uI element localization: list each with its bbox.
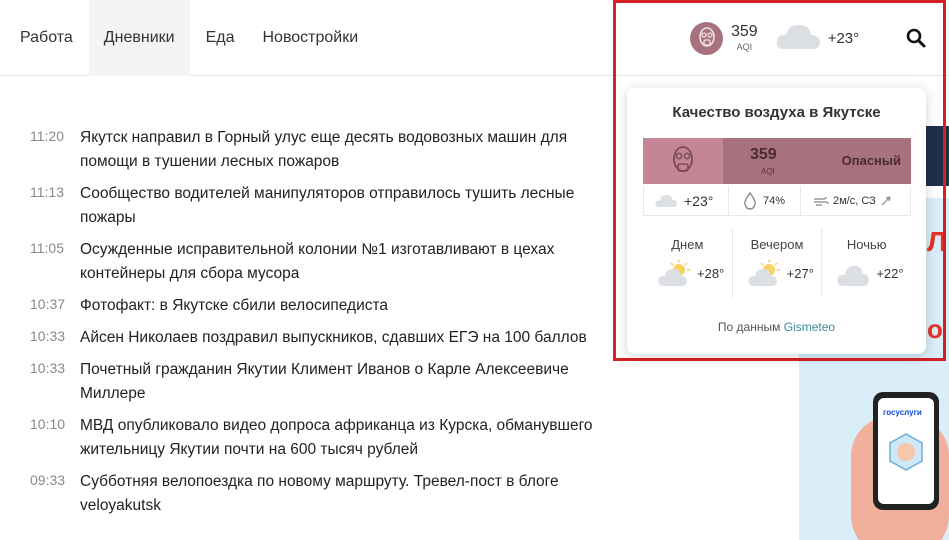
air-quality-popup: Качество воздуха в Якутске 359 AQI Опасн… [627,88,926,354]
data-source: По данным Gismeteo [627,320,926,334]
baby-icon [889,433,923,471]
news-title[interactable]: МВД опубликовало видео допроса африканца… [80,414,625,462]
current-temp-value: +23° [684,192,714,209]
news-title[interactable]: Айсен Николаев поздравил выпускников, сд… [80,326,625,350]
forecast-periods: Днем +28° Вечером +27° Ночью +22° [643,228,911,298]
wind-icon [814,196,829,206]
period-temp: +22° [876,266,904,281]
current-conditions: +23° 74% 2м/с, СЗ [643,185,911,216]
news-item[interactable]: 09:33 Субботняя велопоездка по новому ма… [30,470,630,518]
popup-aqi-label: AQI [761,167,775,176]
news-item[interactable]: 10:10 МВД опубликовало видео допроса афр… [30,414,630,462]
main-nav: Работа Дневники Еда Новостройки [8,0,370,76]
humidity-value: 74% [763,194,786,207]
popup-title: Качество воздуха в Якутске [672,104,881,121]
news-time: 10:33 [30,328,66,344]
aqi-reading: 359 AQI Опасный [723,138,911,184]
humidity: 74% [728,185,800,216]
news-time: 10:37 [30,296,66,312]
gas-mask-icon [643,138,723,184]
gismeteo-link[interactable]: Gismeteo [784,320,835,334]
wind: 2м/с, СЗ [800,185,910,216]
news-title[interactable]: Осужденные исправительной колонии №1 изг… [80,238,625,286]
news-title[interactable]: Фотофакт: в Якутске сбили велосипедиста [80,294,625,318]
news-time: 10:10 [30,416,66,432]
nav-item-novostroyki[interactable]: Новостройки [250,0,370,76]
droplet-icon [744,191,756,210]
forecast-evening: Вечером +27° [731,228,822,298]
news-title[interactable]: Субботняя велопоездка по новому маршруту… [80,470,625,518]
nav-item-rabota[interactable]: Работа [8,0,85,76]
phone-screen: госуслуги [878,398,934,504]
aqi-status-text: Опасный [841,153,901,168]
news-time: 11:05 [30,240,64,256]
wind-direction-icon [881,195,891,205]
news-item[interactable]: 11:13 Сообщество водителей манипуляторов… [30,182,630,230]
partly-cloudy-icon [658,260,690,286]
popup-aqi-value: 359 [750,146,777,163]
news-item[interactable]: 10:33 Почетный гражданин Якутии Климент … [30,358,630,406]
news-item[interactable]: 10:33 Айсен Николаев поздравил выпускник… [30,326,630,350]
news-title[interactable]: Почетный гражданин Якутии Климент Иванов… [80,358,625,406]
news-time: 09:33 [30,472,66,488]
partly-cloudy-icon [748,260,780,286]
current-temp: +23° [644,186,728,216]
period-temp: +27° [786,266,814,281]
news-time: 11:13 [30,184,64,200]
period-label: Вечером [750,237,804,252]
news-title[interactable]: Сообщество водителей манипуляторов отпра… [80,182,625,230]
period-label: Днем [671,237,704,252]
gosuslugi-logo: госуслуги [883,408,922,417]
cloud-icon [655,194,677,207]
forecast-night: Ночью +22° [821,228,911,298]
wind-value: 2м/с, СЗ [833,194,876,207]
news-list: 11:20 Якутск направил в Горный улус еще … [30,126,630,526]
nav-item-dnevniki[interactable]: Дневники [88,0,190,76]
forecast-day: Днем +28° [643,228,732,298]
news-item[interactable]: 11:20 Якутск направил в Горный улус еще … [30,126,630,174]
news-time: 11:20 [30,128,64,144]
news-time: 10:33 [30,360,66,376]
nav-item-eda[interactable]: Еда [194,0,247,76]
aqi-status-bar: 359 AQI Опасный [643,138,911,184]
news-item[interactable]: 11:05 Осужденные исправительной колонии … [30,238,630,286]
period-label: Ночью [846,237,887,252]
cloud-icon [837,266,870,286]
news-item[interactable]: 10:37 Фотофакт: в Якутске сбили велосипе… [30,294,630,318]
period-temp: +28° [697,266,725,281]
phone-illustration: госуслуги [873,392,939,510]
news-title[interactable]: Якутск направил в Горный улус еще десять… [80,126,625,174]
source-prefix: По данным [717,320,781,334]
